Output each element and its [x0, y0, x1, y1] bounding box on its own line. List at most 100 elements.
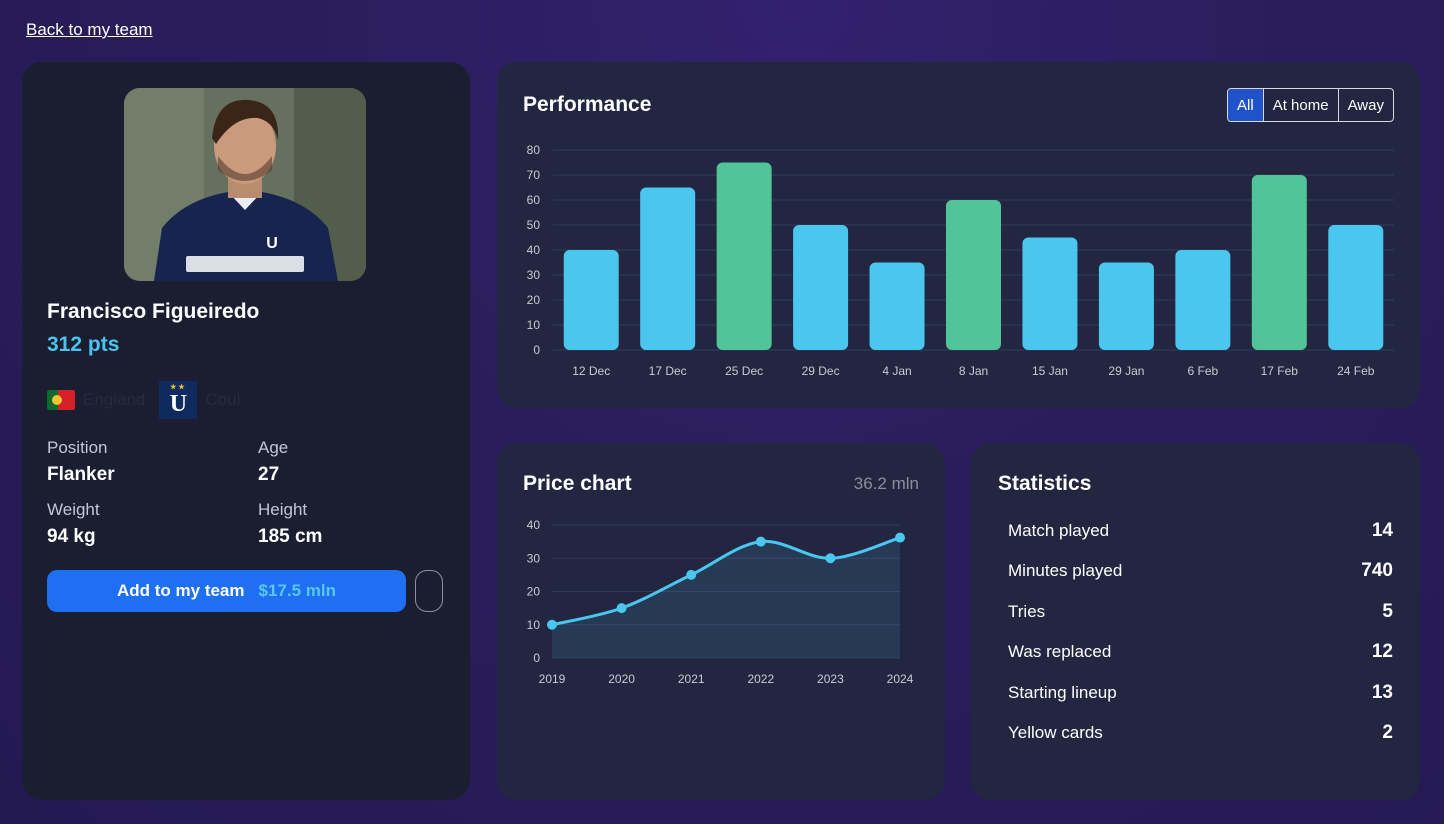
x-tick-label: 4 Jan: [882, 364, 911, 378]
price-point: [825, 553, 836, 564]
stat-label: Starting lineup: [1008, 683, 1117, 702]
attr-value: 185 cm: [258, 526, 323, 547]
attr-age: Age 27: [258, 438, 288, 486]
stat-label: Tries: [1008, 602, 1046, 621]
stat-label: Minutes played: [1008, 561, 1123, 580]
x-tick-label: 2019: [539, 672, 566, 686]
stat-value: 5: [1382, 601, 1393, 622]
player-photo: U: [124, 88, 366, 281]
stat-value: 13: [1371, 682, 1393, 703]
player-name: Francisco Figueiredo: [47, 300, 260, 323]
attr-value: 27: [258, 464, 280, 485]
performance-bar-chart: 0 10 20 30 40 50 60 70 80 12 Dec 17 Dec 25 Dec 29 De…: [527, 143, 1394, 378]
statistics-card: Statistics Match played 14 Minutes playe…: [971, 443, 1420, 800]
price-point: [616, 603, 627, 614]
x-tick-label: 2020: [608, 672, 635, 686]
y-tick-label: 20: [527, 585, 541, 599]
x-tick-label: 15 Jan: [1032, 364, 1068, 378]
svg-text:U: U: [266, 235, 278, 252]
bar: [1328, 225, 1384, 350]
stat-label: Yellow cards: [1008, 723, 1103, 742]
y-tick-label: 0: [533, 651, 540, 665]
attr-value: 94 kg: [47, 526, 96, 547]
player-affiliations: England ★★ U Coul: [47, 380, 240, 420]
bar: [1022, 237, 1078, 350]
x-tick-label: 2021: [678, 672, 705, 686]
stat-label: Was replaced: [1008, 642, 1112, 661]
y-tick-label: 10: [527, 618, 541, 632]
x-tick-label: 2022: [747, 672, 774, 686]
attr-label: Height: [258, 500, 308, 519]
bar: [563, 250, 619, 350]
statistics-title: Statistics: [998, 472, 1092, 495]
stat-value: 2: [1382, 722, 1393, 743]
attr-label: Weight: [47, 500, 100, 519]
secondary-action-button[interactable]: [415, 570, 443, 612]
add-button-label: Add to my team: [116, 581, 245, 600]
x-tick-label: 2024: [887, 672, 914, 686]
y-tick-label: 0: [533, 343, 540, 357]
player-points: 312 pts: [47, 333, 120, 356]
stat-row: Match played 14: [1008, 520, 1393, 542]
bar: [946, 200, 1001, 350]
x-tick-label: 29 Dec: [802, 364, 840, 378]
back-to-team-link[interactable]: Back to my team: [26, 20, 153, 40]
price-line-chart: 0 10 20 30 40 2019 2020 2021 2022 2023 2024: [527, 518, 914, 686]
attr-position: Position Flanker: [47, 438, 115, 486]
attr-weight: Weight 94 kg: [47, 500, 100, 548]
x-tick-label: 24 Feb: [1337, 364, 1375, 378]
y-tick-label: 40: [527, 518, 541, 532]
stat-label: Match played: [1008, 521, 1110, 540]
x-tick-label: 6 Feb: [1188, 364, 1219, 378]
y-tick-label: 80: [527, 143, 541, 157]
club-label: Coul: [205, 390, 241, 409]
portugal-flag-icon: [47, 390, 75, 410]
performance-card: Performance All At home Away 0 10 20 30 40 50…: [497, 62, 1420, 408]
x-tick-label: 25 Dec: [725, 364, 763, 378]
attr-height: Height 185 cm: [258, 500, 322, 548]
bar: [793, 225, 849, 350]
player-photo-illustration: U: [124, 88, 366, 281]
x-tick-label: 12 Dec: [572, 364, 610, 378]
price-point: [547, 619, 557, 630]
stat-row: Yellow cards 2: [1008, 722, 1393, 744]
stat-value: 14: [1371, 520, 1393, 541]
x-tick-label: 2023: [817, 672, 844, 686]
x-tick-label: 17 Dec: [649, 364, 687, 378]
add-button-price: $17.5 mln: [258, 581, 337, 600]
x-tick-label: 29 Jan: [1108, 364, 1144, 378]
attr-value: Flanker: [47, 464, 115, 485]
bar: [869, 262, 925, 350]
y-tick-label: 30: [527, 551, 541, 565]
stat-row: Was replaced 12: [1008, 641, 1393, 663]
y-tick-label: 50: [527, 218, 541, 232]
x-tick-label: 17 Feb: [1261, 364, 1299, 378]
stat-row: Starting lineup 13: [1008, 682, 1393, 704]
price-chart-card: Price chart 36.2 mln 0 10 20 30 40 2019 2020 20…: [497, 443, 945, 800]
x-tick-label: 8 Jan: [959, 364, 988, 378]
stat-row: Minutes played 740: [1008, 560, 1393, 582]
bar: [1251, 175, 1307, 350]
bar: [1175, 250, 1231, 350]
bar: [1098, 262, 1154, 350]
club-badge-icon: ★★ U: [159, 381, 198, 419]
attr-label: Age: [258, 438, 289, 457]
price-point: [686, 569, 697, 580]
y-tick-label: 60: [527, 193, 541, 207]
y-tick-label: 20: [527, 293, 541, 307]
y-tick-label: 30: [527, 268, 541, 282]
bar: [716, 162, 772, 350]
y-tick-label: 10: [527, 318, 541, 332]
price-point: [755, 536, 766, 547]
price-point: [895, 532, 905, 543]
y-tick-label: 70: [527, 168, 541, 182]
stat-row: Tries 5: [1008, 601, 1393, 623]
attr-label: Position: [47, 438, 108, 457]
country-label: England: [83, 390, 146, 409]
stat-value: 740: [1361, 560, 1393, 581]
add-to-team-button[interactable]: Add to my team $17.5 mln: [47, 570, 406, 612]
player-profile-card: U Francisco Figueiredo 312 pts England ★…: [22, 62, 470, 800]
bar: [640, 187, 696, 350]
stat-value: 12: [1371, 641, 1393, 662]
y-tick-label: 40: [527, 243, 541, 257]
